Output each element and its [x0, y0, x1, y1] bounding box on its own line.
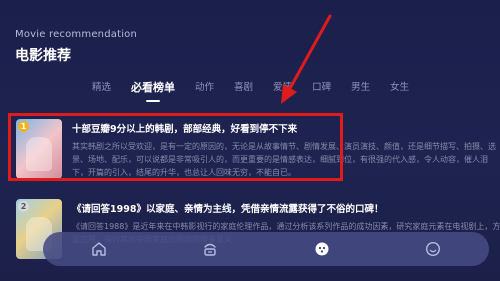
rank-badge: 2 [18, 201, 29, 212]
tab-featured[interactable]: 精选 [92, 80, 111, 96]
highlight-box [8, 113, 343, 181]
smile-icon [426, 241, 441, 257]
nav-discover[interactable] [311, 238, 333, 260]
broadcast-icon [204, 243, 216, 256]
bottom-navigation [43, 232, 489, 266]
page-subtitle: Movie recommendation [15, 29, 138, 40]
tab-female[interactable]: 女生 [390, 80, 409, 96]
tab-must-watch[interactable]: 必看榜单 [131, 80, 175, 96]
tab-romance[interactable]: 爱情 [273, 80, 292, 96]
card-title: 《请回答1998》以家庭、亲情为主线，凭借亲情流露获得了不俗的口碑！ [72, 204, 384, 215]
tab-comedy[interactable]: 喜剧 [234, 80, 253, 96]
tab-reputation[interactable]: 口碑 [312, 80, 331, 96]
nav-profile[interactable] [422, 238, 444, 260]
page-title: 电影推荐 [15, 48, 71, 64]
nav-broadcast[interactable] [199, 238, 221, 260]
nav-home[interactable] [88, 238, 110, 260]
discover-icon [315, 242, 329, 256]
category-tabs: 精选 必看榜单 动作 喜剧 爱情 口碑 男生 女生 [92, 80, 429, 96]
home-icon [92, 242, 106, 256]
tab-male[interactable]: 男生 [351, 80, 370, 96]
tab-action[interactable]: 动作 [195, 80, 214, 96]
